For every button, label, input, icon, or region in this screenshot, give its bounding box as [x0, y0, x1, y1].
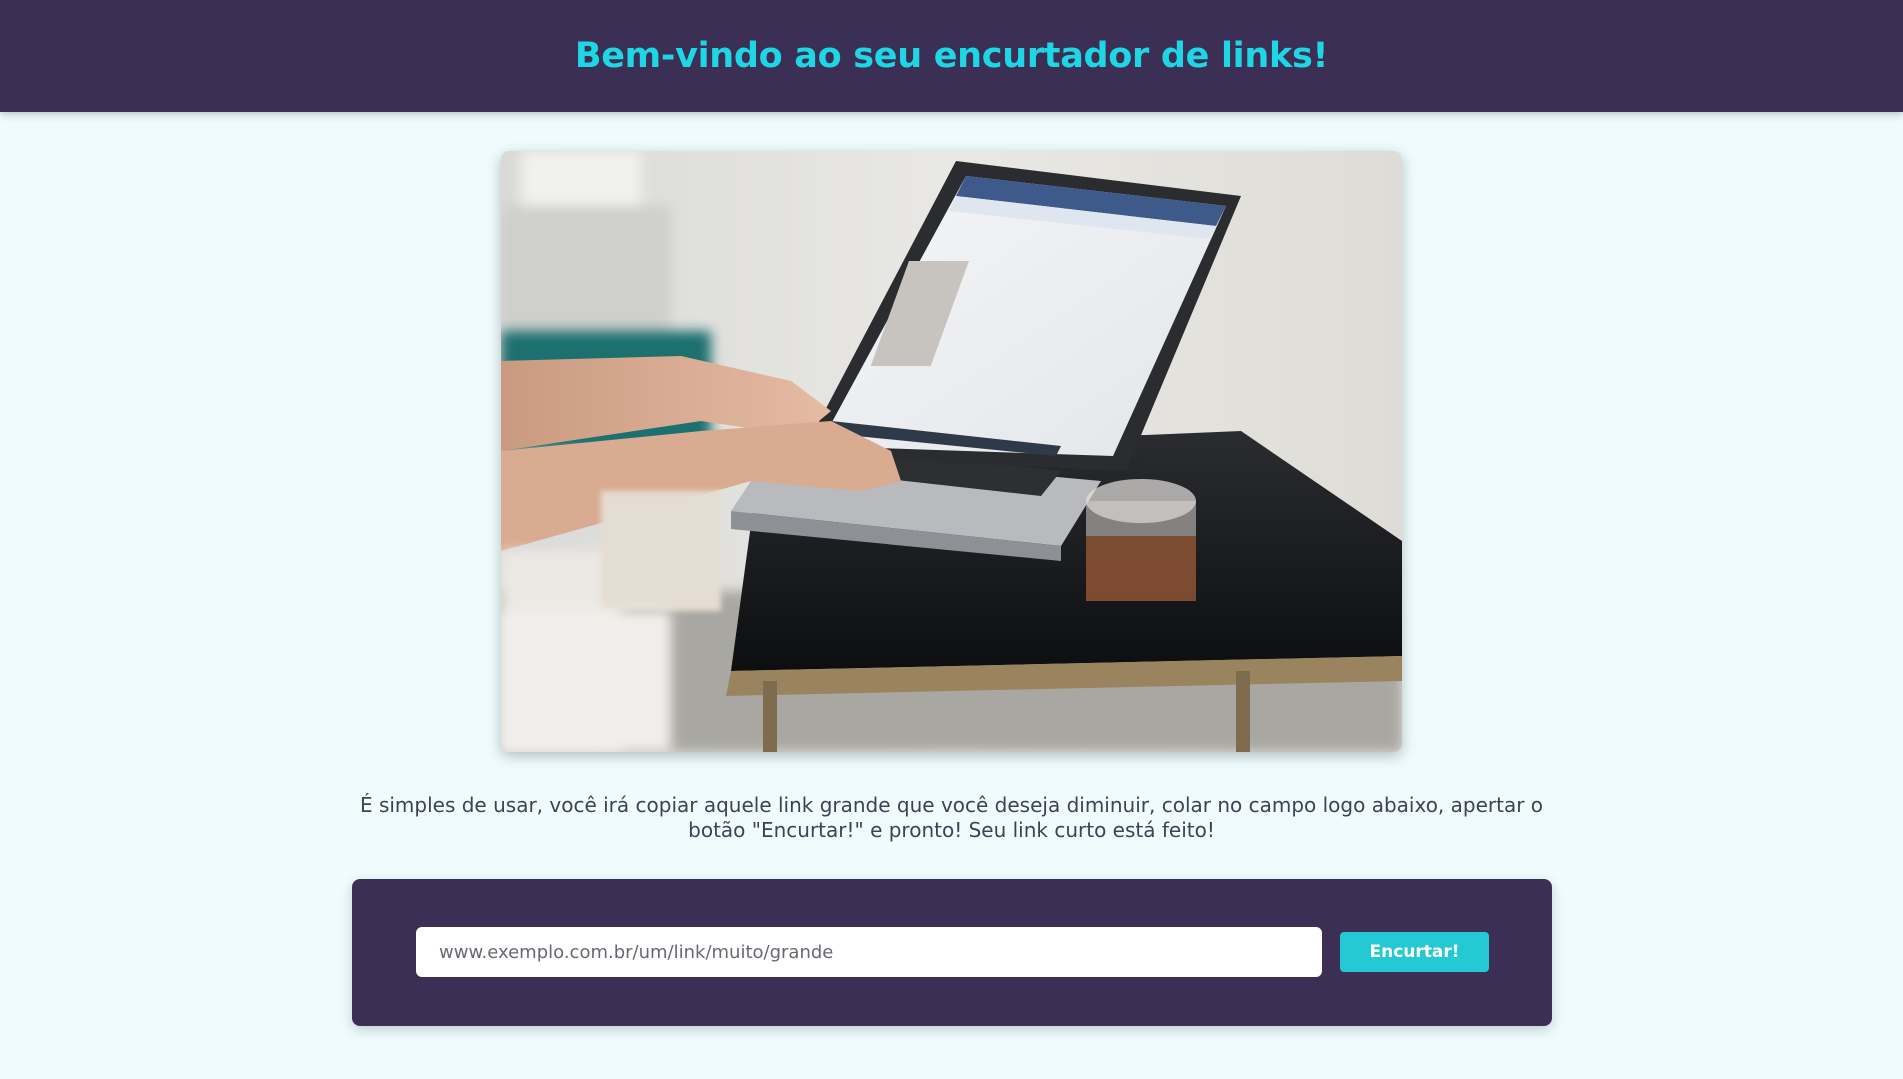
shortener-form: Encurtar! — [352, 879, 1552, 1026]
usage-description: É simples de usar, você irá copiar aquel… — [359, 793, 1544, 842]
laptop-photo — [501, 151, 1402, 752]
top-header: Bem-vindo ao seu encurtador de links! — [0, 0, 1903, 112]
url-input[interactable] — [416, 927, 1322, 977]
shorten-button[interactable]: Encurtar! — [1340, 932, 1489, 972]
page-title: Bem-vindo ao seu encurtador de links! — [574, 36, 1329, 76]
